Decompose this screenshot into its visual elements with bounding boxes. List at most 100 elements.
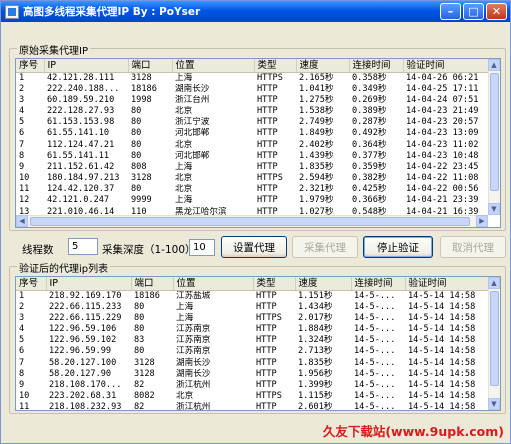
- table-cell: 14-5-...: [354, 391, 396, 402]
- table-cell: 58.20.127.100: [49, 357, 117, 368]
- scroll-right-icon[interactable]: ▶: [476, 215, 488, 227]
- depth-input[interactable]: [189, 239, 215, 256]
- table-cell: 8082: [134, 391, 155, 402]
- column-header[interactable]: 位置: [173, 277, 254, 291]
- column-header[interactable]: 连接时间: [349, 59, 404, 73]
- column-header[interactable]: 验证时间: [403, 59, 491, 73]
- table-row[interactable]: 8 58.20.127.90 3128 湖南长沙 HTTP 1.956秒 14-5-... 1…: [16, 369, 490, 380]
- scroll-up-icon[interactable]: ▲: [488, 59, 500, 71]
- column-header[interactable]: 位置: [172, 59, 255, 73]
- table-row[interactable]: 5 122.96.59.102 83 江苏南京 HTTP 1.324秒 14-5-... 14…: [16, 335, 490, 346]
- table-cell: 1.041秒: [299, 83, 334, 94]
- table-row[interactable]: 6 122.96.59.99 80 江苏南京 HTTP 2.713秒 14-5-... 14-…: [16, 346, 490, 357]
- set-proxy-button[interactable]: 设置代理: [221, 236, 287, 258]
- table-cell: 2: [19, 301, 25, 312]
- scroll-left-icon[interactable]: ◀: [16, 215, 28, 227]
- close-icon[interactable]: ✕: [486, 3, 507, 20]
- table-cell: 1.956秒: [298, 368, 333, 379]
- maximize-icon[interactable]: □: [463, 3, 484, 20]
- scroll-down-icon[interactable]: ▼: [488, 203, 500, 215]
- table-row[interactable]: 1 42.121.28.111 3128 上海 HTTPS 2.165秒 0.358秒 14-…: [16, 72, 490, 84]
- table-cell: 80: [134, 323, 145, 334]
- column-header[interactable]: 速度: [295, 277, 352, 291]
- table-cell: 湖南长沙: [175, 83, 210, 94]
- table-row[interactable]: 4 222.128.27.93 80 北京 HTTP 1.538秒 0.389秒 14-04-…: [16, 106, 490, 117]
- depth-label: 采集深度（1-100）: [102, 244, 196, 256]
- table-row[interactable]: 11 218.108.232.93 82 浙江杭州 HTTP 2.601秒 14-5-...…: [16, 402, 490, 411]
- table-cell: 江苏盐城: [176, 290, 211, 301]
- column-header[interactable]: 连接时间: [351, 277, 406, 291]
- table-row[interactable]: 11 124.42.120.37 80 北京 HTTP 2.321秒 0.425秒 14-04…: [16, 184, 490, 195]
- table-cell: 2.321秒: [299, 184, 334, 195]
- table-cell: 14-04-21 23:39: [406, 195, 479, 206]
- table-row[interactable]: 8 61.55.141.11 80 河北邯郸 HTTP 1.439秒 0.377秒 14-04…: [16, 151, 490, 162]
- table-cell: 1.835秒: [299, 161, 334, 172]
- stop-verify-button[interactable]: 停止验证: [363, 236, 433, 258]
- table-cell: 1.538秒: [299, 105, 334, 116]
- table-row[interactable]: 2 222.240.188... 18186 湖南长沙 HTTP 1.041秒 0.349秒…: [16, 84, 490, 95]
- table-row[interactable]: 10 223.202.68.31 8082 北京 HTTPS 1.115秒 14-5-...…: [16, 391, 490, 402]
- table-cell: 北京: [175, 105, 193, 116]
- column-header[interactable]: IP: [46, 277, 132, 291]
- column-header[interactable]: 端口: [131, 277, 174, 291]
- column-header[interactable]: 类型: [253, 277, 296, 291]
- minimize-icon[interactable]: –: [440, 3, 461, 20]
- verified-proxy-table[interactable]: 序号 IP 端口 位置 类型 速度 连接时间 验证时间 1 218.92.169.170 1818…: [15, 276, 501, 411]
- scroll-thumb[interactable]: [30, 217, 470, 226]
- column-header[interactable]: 序号: [16, 277, 47, 291]
- table-cell: 80: [131, 128, 142, 139]
- table-cell: 14-04-24 07:51: [406, 94, 479, 105]
- source-horizontal-scrollbar[interactable]: ◀ ▶: [16, 215, 488, 227]
- table-row[interactable]: 10 180.184.97.213 3128 北京 HTTPS 2.594秒 0.382秒 1…: [16, 173, 490, 184]
- table-row[interactable]: 4 122.96.59.106 80 江苏南京 HTTP 1.884秒 14-5-... 14…: [16, 324, 490, 335]
- scroll-down-icon[interactable]: ▼: [488, 398, 500, 410]
- table-row[interactable]: 9 218.108.170... 82 浙江杭州 HTTP 1.399秒 14-5-... 1…: [16, 380, 490, 391]
- table-cell: 2.749秒: [299, 117, 334, 128]
- title-bar[interactable]: 高图多线程采集代理IP By : PoYser – □ ✕: [1, 1, 510, 22]
- table-row[interactable]: 1 218.92.169.170 18186 江苏盐城 HTTP 1.151秒 14-5-.…: [16, 290, 490, 302]
- table-cell: 61.55.141.11: [47, 150, 110, 161]
- column-header[interactable]: 验证时间: [405, 277, 491, 291]
- table-row[interactable]: 7 58.20.127.100 3128 湖南长沙 HTTP 1.835秒 14-5-...…: [16, 357, 490, 368]
- column-header[interactable]: 序号: [16, 59, 45, 73]
- table-cell: 222.240.188...: [47, 83, 120, 94]
- column-header[interactable]: 速度: [296, 59, 350, 73]
- source-vertical-scrollbar[interactable]: ▲ ▼: [488, 59, 500, 215]
- table-cell: 122.96.59.99: [49, 346, 112, 357]
- table-row[interactable]: 7 112.124.47.21 80 北京 HTTP 2.402秒 0.364秒 14-04-…: [16, 139, 490, 150]
- table-cell: 2.402秒: [299, 139, 334, 150]
- table-cell: HTTP: [256, 402, 277, 411]
- table-row[interactable]: 3 60.189.59.210 1998 浙江台州 HTTP 1.275秒 0.269秒 14…: [16, 95, 490, 106]
- main-window: 高图多线程采集代理IP By : PoYser – □ ✕ 原始采集代理IP 序…: [0, 0, 511, 444]
- verified-vertical-scrollbar[interactable]: ▲ ▼: [488, 277, 500, 410]
- table-cell: 14-5-...: [354, 379, 396, 390]
- source-proxy-table[interactable]: 序号 IP 端口 位置 类型 速度 连接时间 验证时间 1 42.121.28.111 3128 上…: [15, 58, 501, 228]
- column-header[interactable]: 端口: [128, 59, 173, 73]
- table-cell: HTTP: [257, 94, 278, 105]
- table-row[interactable]: 5 61.153.153.98 80 浙江宁波 HTTP 2.749秒 0.287秒 14-0…: [16, 117, 490, 128]
- table-cell: 3128: [131, 72, 152, 83]
- table-row[interactable]: 12 42.121.0.247 9999 上海 HTTP 1.979秒 0.366秒 14-0…: [16, 195, 490, 206]
- table-cell: 14-5-...: [354, 301, 396, 312]
- table-cell: 61.153.153.98: [47, 117, 115, 128]
- table-cell: 1.151秒: [298, 290, 333, 301]
- table-cell: 60.189.59.210: [47, 94, 115, 105]
- threads-input[interactable]: [68, 238, 98, 255]
- table-row[interactable]: 6 61.55.141.10 80 河北邯郸 HTTP 1.849秒 0.492秒 14-04…: [16, 128, 490, 139]
- collect-proxy-button[interactable]: 采集代理: [292, 236, 358, 258]
- column-header[interactable]: 类型: [254, 59, 297, 73]
- table-cell: 82: [134, 402, 145, 411]
- cancel-proxy-button[interactable]: 取消代理: [440, 236, 506, 258]
- table-row[interactable]: 3 222.66.115.229 80 上海 HTTPS 2.017秒 14-5-... 14…: [16, 313, 490, 324]
- table-cell: 1.884秒: [298, 323, 333, 334]
- table-row[interactable]: 2 222.66.115.233 80 上海 HTTP 1.434秒 14-5-... 14-…: [16, 302, 490, 313]
- table-row[interactable]: 9 211.152.61.42 808 上海 HTTP 1.835秒 0.359秒 14-04…: [16, 162, 490, 173]
- column-header[interactable]: IP: [44, 59, 129, 73]
- scroll-up-icon[interactable]: ▲: [488, 277, 500, 289]
- table-cell: 14-5-...: [354, 357, 396, 368]
- scroll-thumb[interactable]: [490, 291, 499, 386]
- table-cell: 124.42.120.37: [47, 184, 115, 195]
- table-cell: 222.66.115.229: [49, 312, 122, 323]
- table-cell: 0.269秒: [352, 94, 387, 105]
- scroll-thumb[interactable]: [490, 73, 499, 191]
